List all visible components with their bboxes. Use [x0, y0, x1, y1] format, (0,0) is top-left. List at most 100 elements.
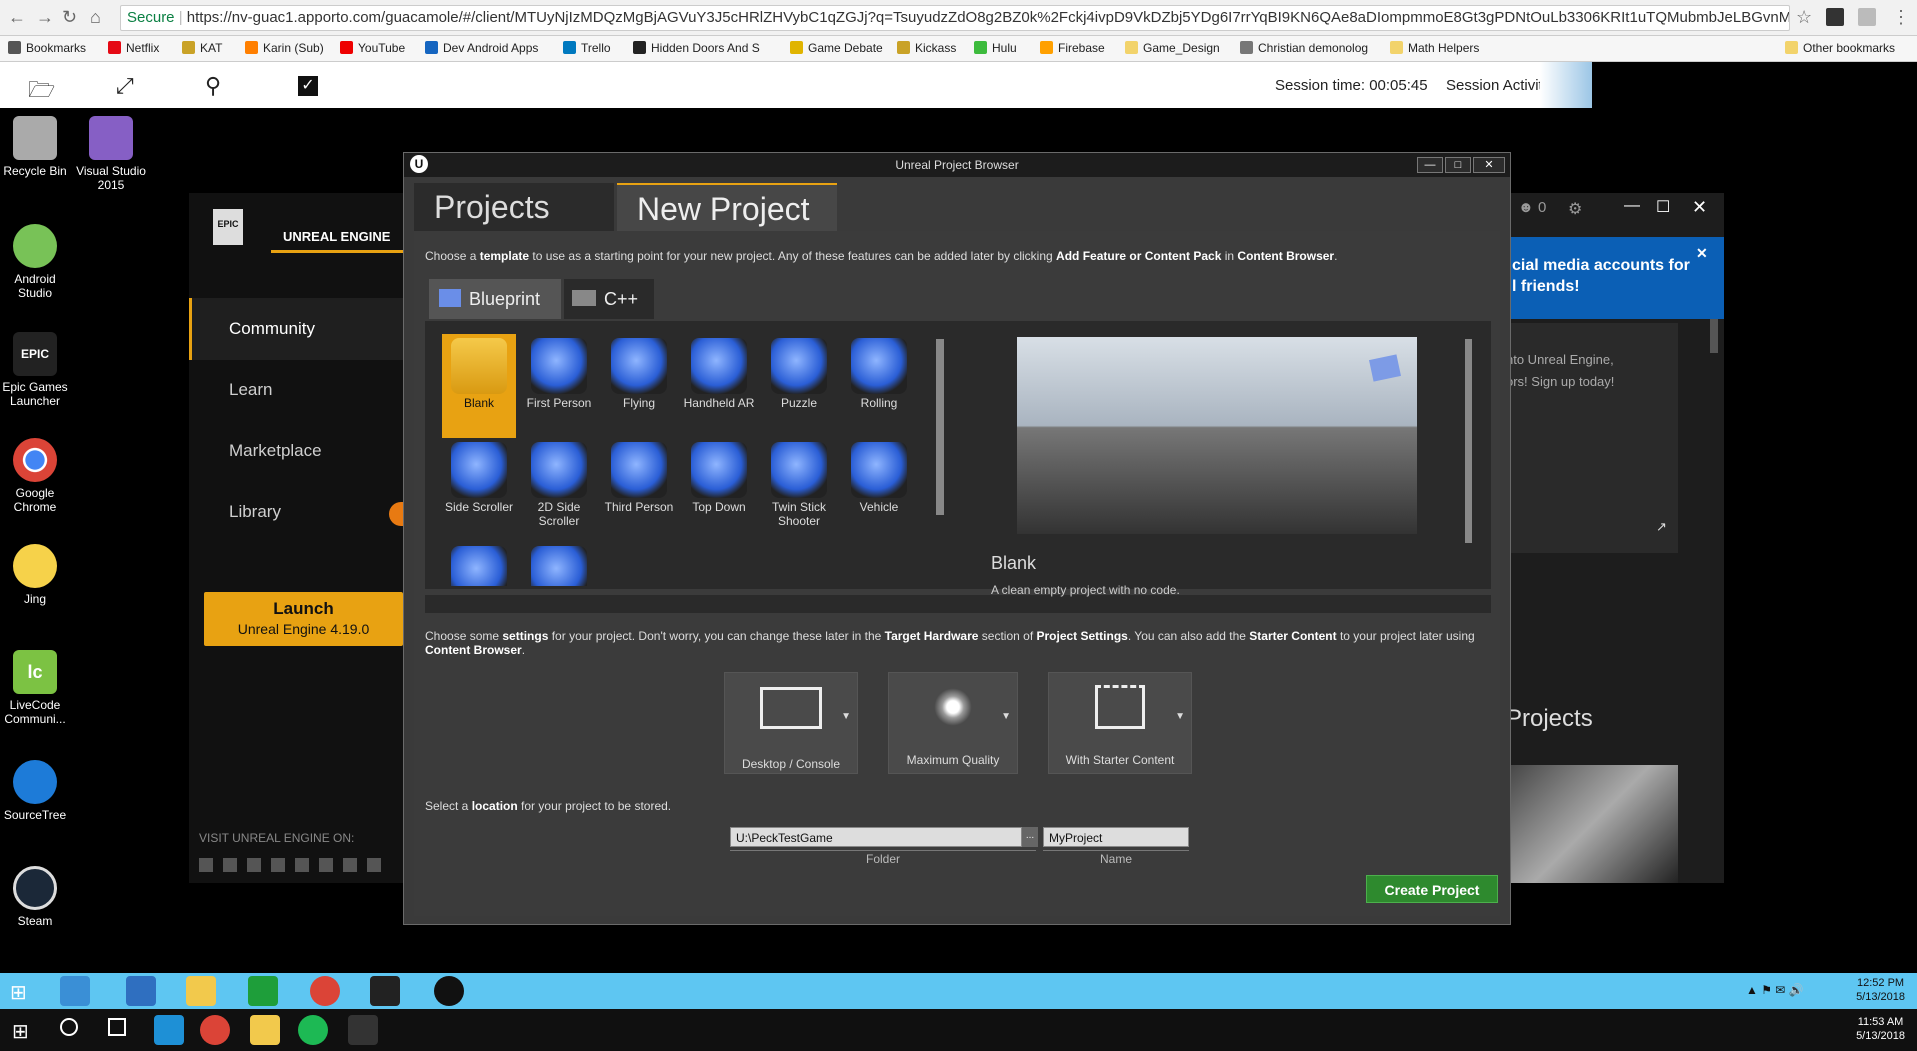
- external-link-icon[interactable]: ↗: [1656, 519, 1667, 535]
- bookmark[interactable]: Game Debate: [790, 41, 883, 55]
- template-first-person[interactable]: First Person: [522, 334, 596, 410]
- nav-library[interactable]: Library: [229, 502, 281, 522]
- template-top-down[interactable]: Top Down: [682, 438, 756, 514]
- template-blank[interactable]: Blank: [442, 334, 516, 438]
- nav-learn[interactable]: Learn: [229, 380, 272, 400]
- powershell-icon[interactable]: [126, 976, 156, 1006]
- forward-icon[interactable]: →: [36, 7, 54, 28]
- template-flying[interactable]: Flying: [602, 334, 676, 410]
- desktop-icon-chrome[interactable]: Google Chrome: [0, 438, 70, 514]
- template-side-scroller[interactable]: Side Scroller: [442, 438, 516, 514]
- chrome-icon[interactable]: [310, 976, 340, 1006]
- bookmark[interactable]: Dev Android Apps: [425, 41, 538, 55]
- address-bar[interactable]: Secure | https://nv-guac1.apporto.com/gu…: [120, 5, 1790, 31]
- extension-icon[interactable]: [1826, 8, 1844, 26]
- template-rolling[interactable]: Rolling: [842, 334, 916, 410]
- nav-marketplace[interactable]: Marketplace: [229, 441, 322, 461]
- desktop-icon-recycle-bin[interactable]: Recycle Bin: [0, 116, 70, 178]
- bookmark[interactable]: Bookmarks: [8, 41, 86, 55]
- bookmark[interactable]: Kickass: [897, 41, 956, 55]
- folder-input[interactable]: U:\PeckTestGame: [730, 827, 1022, 847]
- bookmark[interactable]: Hulu: [974, 41, 1017, 55]
- scrollbar[interactable]: [1710, 313, 1718, 353]
- unreal-engine-tab[interactable]: UNREAL ENGINE: [271, 229, 403, 253]
- gear-icon[interactable]: ⚙: [1568, 199, 1582, 219]
- epic-games-icon[interactable]: [370, 976, 400, 1006]
- tab-new-project[interactable]: New Project: [617, 183, 837, 231]
- project-thumbnail[interactable]: [1506, 765, 1678, 883]
- nav-community[interactable]: Community: [229, 319, 315, 339]
- template-vr[interactable]: [442, 542, 516, 586]
- extension-icon[interactable]: [1858, 8, 1876, 26]
- bookmark[interactable]: Firebase: [1040, 41, 1105, 55]
- bookmark[interactable]: KAT: [182, 41, 222, 55]
- close-button[interactable]: ✕: [1473, 157, 1505, 173]
- folder-icon[interactable]: 🗁: [28, 73, 55, 111]
- chrome-icon[interactable]: [200, 1015, 230, 1045]
- project-name-input[interactable]: MyProject: [1043, 827, 1189, 847]
- friends-icon[interactable]: ☻ 0: [1518, 199, 1546, 216]
- tab-projects[interactable]: Projects: [414, 183, 614, 231]
- maximize-icon[interactable]: ☐: [1656, 197, 1670, 217]
- minimize-icon[interactable]: —: [1624, 197, 1640, 215]
- template-twin-stick-shooter[interactable]: Twin Stick Shooter: [762, 438, 836, 528]
- close-icon[interactable]: ✕: [1692, 197, 1707, 218]
- unreal-engine-icon[interactable]: [434, 976, 464, 1006]
- remote-clock[interactable]: 12:52 PM 5/13/2018: [1856, 976, 1905, 1004]
- edge-icon[interactable]: [154, 1015, 184, 1045]
- checkbox-icon[interactable]: ✓: [298, 76, 318, 96]
- reload-icon[interactable]: ↻: [62, 7, 77, 28]
- bookmark[interactable]: Trello: [563, 41, 611, 55]
- bookmark[interactable]: YouTube: [340, 41, 405, 55]
- close-icon[interactable]: ✕: [1696, 243, 1708, 264]
- search-icon[interactable]: [60, 1018, 78, 1036]
- hardware-target-dropdown[interactable]: Desktop / Console ▼: [724, 672, 858, 774]
- minimize-button[interactable]: —: [1417, 157, 1443, 173]
- graphics-quality-dropdown[interactable]: Maximum Quality ▼: [888, 672, 1018, 774]
- launch-button[interactable]: Launch Unreal Engine 4.19.0: [204, 592, 403, 646]
- maximize-button[interactable]: □: [1445, 157, 1471, 173]
- store-icon[interactable]: [248, 976, 278, 1006]
- template-vehicle[interactable]: Vehicle: [842, 438, 916, 514]
- template-scrollbar[interactable]: [936, 339, 944, 515]
- explorer-icon[interactable]: [250, 1015, 280, 1045]
- local-clock[interactable]: 11:53 AM 5/13/2018: [1856, 1015, 1905, 1043]
- bookmark[interactable]: Christian demonolog: [1240, 41, 1368, 55]
- browse-folder-button[interactable]: ...: [1022, 827, 1038, 847]
- session-activity[interactable]: Session Activity: [1446, 77, 1550, 94]
- social-icons[interactable]: [199, 858, 389, 872]
- bookmark[interactable]: Karin (Sub): [245, 41, 324, 55]
- template-2d-side-scroller[interactable]: 2D Side Scroller: [522, 438, 596, 528]
- file-manager-icon[interactable]: [60, 976, 90, 1006]
- template-third-person[interactable]: Third Person: [602, 438, 676, 514]
- back-icon[interactable]: ←: [8, 7, 26, 28]
- star-icon[interactable]: ☆: [1796, 7, 1812, 28]
- template-puzzle[interactable]: Puzzle: [762, 334, 836, 410]
- bookmark-folder[interactable]: Math Helpers: [1390, 41, 1479, 55]
- fullscreen-icon[interactable]: ⤢: [116, 73, 134, 99]
- windows-start-icon[interactable]: ⊞: [10, 980, 27, 1005]
- template-handheld-ar[interactable]: Handheld AR: [682, 334, 756, 410]
- tab-blueprint[interactable]: Blueprint: [429, 279, 561, 319]
- spotify-icon[interactable]: [298, 1015, 328, 1045]
- desktop-icon-android-studio[interactable]: Android Studio: [0, 224, 70, 300]
- desktop-icon-jing[interactable]: Jing: [0, 544, 70, 606]
- template-extra[interactable]: [522, 542, 596, 586]
- menu-icon[interactable]: ⋮: [1892, 7, 1910, 28]
- create-project-button[interactable]: Create Project: [1366, 875, 1498, 903]
- desktop-icon-sourcetree[interactable]: SourceTree: [0, 760, 70, 822]
- tray-icons[interactable]: ▲ ⚑ ✉ 🔊: [1746, 983, 1804, 997]
- home-icon[interactable]: ⌂: [90, 7, 101, 28]
- task-view-icon[interactable]: [108, 1018, 126, 1036]
- starter-content-dropdown[interactable]: With Starter Content ▼: [1048, 672, 1192, 774]
- bookmark-folder[interactable]: Game_Design: [1125, 41, 1220, 55]
- share-icon[interactable]: ⚲: [205, 73, 221, 99]
- bookmark-folder[interactable]: Other bookmarks: [1785, 41, 1895, 55]
- bookmark[interactable]: Hidden Doors And S: [633, 41, 760, 55]
- windows-start-icon[interactable]: ⊞: [12, 1019, 29, 1044]
- desktop-icon-livecode[interactable]: lc LiveCode Communi...: [0, 650, 70, 726]
- desktop-icon-visual-studio[interactable]: Visual Studio 2015: [76, 116, 146, 192]
- desktop-icon-steam[interactable]: Steam: [0, 866, 70, 928]
- tab-cpp[interactable]: C++: [564, 279, 654, 319]
- explorer-icon[interactable]: [186, 976, 216, 1006]
